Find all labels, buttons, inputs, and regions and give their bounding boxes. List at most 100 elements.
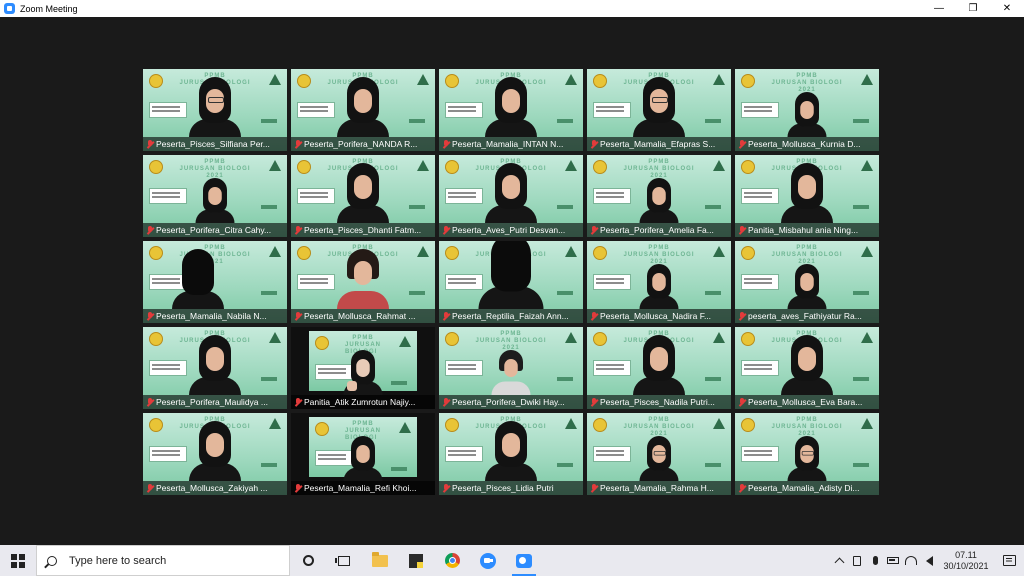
participant-tile[interactable]: PPMBJURUSAN BIOLOGI2021Peserta_Mamalia_I…	[439, 69, 583, 151]
participant-tile[interactable]: PPMBJURUSAN BIOLOGI2021 Panitia_Atik Zumr…	[291, 327, 435, 409]
university-logo-icon	[445, 246, 459, 260]
window-controls: — ❐ ✕	[922, 0, 1024, 17]
participant-name-bar: Peserta_Mamalia_Refi Khoi...	[291, 481, 435, 495]
chrome-button[interactable]	[434, 545, 470, 576]
notifications-button[interactable]	[994, 545, 1024, 576]
participant-tile[interactable]: PPMBJURUSAN BIOLOGI2021Peserta_Mollusca_…	[143, 413, 287, 495]
participant-tile[interactable]: PPMBJURUSAN BIOLOGI2021Peserta_Mamalia_E…	[587, 69, 731, 151]
department-logo-icon	[713, 246, 725, 257]
participant-tile[interactable]: PPMBJURUSAN BIOLOGI2021 Peserta_Mamalia_R…	[587, 413, 731, 495]
close-button[interactable]: ✕	[990, 0, 1024, 17]
university-logo-icon	[297, 160, 311, 174]
participant-tile[interactable]: PPMBJURUSAN BIOLOGI2021Peserta_Porifera_…	[587, 155, 731, 237]
cortana-button[interactable]	[290, 545, 326, 576]
task-view-button[interactable]	[326, 545, 362, 576]
muted-mic-icon	[591, 139, 597, 149]
banner-line: PPMB	[352, 421, 374, 427]
participant-tile[interactable]: PPMBJURUSAN BIOLOGI2021Peserta_Pisces_Si…	[143, 69, 287, 151]
window-title: Zoom Meeting	[20, 3, 78, 14]
device-tray-button[interactable]	[848, 545, 866, 576]
department-logo-icon	[713, 332, 725, 343]
participant-name: Peserta_Porifera_NANDA R...	[304, 139, 418, 149]
university-logo-icon	[149, 418, 163, 432]
slide-textbox	[593, 188, 631, 204]
participant-tile[interactable]: PPMBJURUSAN BIOLOGI2021Peserta_Porifera_…	[439, 327, 583, 409]
minimize-button[interactable]: —	[922, 0, 956, 17]
participant-tile[interactable]: PPMBJURUSAN BIOLOGI2021Peserta_Porifera_…	[291, 69, 435, 151]
show-hidden-icons-button[interactable]	[830, 545, 848, 576]
slide-banner: PPMBJURUSAN BIOLOGI2021	[475, 331, 547, 351]
participant-video	[478, 241, 544, 309]
slide-textbox	[741, 446, 779, 462]
slide-tag	[261, 291, 277, 295]
participant-tile[interactable]: PPMBJURUSAN BIOLOGI2021Peserta_Pisces_Na…	[587, 327, 731, 409]
taskbar-clock[interactable]: 07.11 30/10/2021	[938, 545, 994, 576]
slide-tag	[853, 205, 869, 209]
participant-head	[491, 241, 531, 292]
participant-tile[interactable]: PPMBJURUSAN BIOLOGI2021Peserta_Aves_Putr…	[439, 155, 583, 237]
participant-tile[interactable]: PPMB JURUSAN BIOLOGI 2021 peserta_aves_Fath…	[735, 241, 879, 323]
participant-tile[interactable]: PPMBJURUSAN BIOLOGI2021Peserta_Pisces_Li…	[439, 413, 583, 495]
zoom-meeting-button[interactable]	[506, 545, 542, 576]
university-logo-icon	[741, 74, 755, 88]
department-logo-icon	[269, 332, 281, 343]
muted-mic-icon	[295, 397, 301, 407]
zoom-icon	[480, 552, 496, 569]
taskbar-search[interactable]	[36, 545, 290, 576]
university-logo-icon	[297, 246, 311, 260]
slide-tag	[261, 377, 277, 381]
participant-video	[787, 92, 827, 137]
department-logo-icon	[399, 422, 411, 433]
participant-video	[189, 335, 241, 395]
restore-button[interactable]: ❐	[956, 0, 990, 17]
zoom-meeting-icon	[516, 553, 532, 568]
muted-mic-icon	[591, 225, 597, 235]
slide-textbox	[297, 102, 335, 118]
participant-name-bar: Peserta_Pisces_Dhanti Fatm...	[291, 223, 435, 237]
participant-tile[interactable]: PPMB JURUSAN BIOLOGI 2021 Peserta_Mamalia_A…	[735, 413, 879, 495]
participant-tile[interactable]: PPMBJURUSAN BIOLOGI2021Peserta_Porifera_…	[143, 327, 287, 409]
department-logo-icon	[861, 160, 873, 171]
zoom-button[interactable]	[470, 545, 506, 576]
participant-tile[interactable]: PPMBJURUSAN BIOLOGI2021Peserta_Porifera_…	[143, 155, 287, 237]
start-button[interactable]	[0, 545, 36, 576]
slide-textbox	[593, 102, 631, 118]
participant-name-bar: Peserta_Mollusca_Zakiyah ...	[143, 481, 287, 495]
network-tray-button[interactable]	[902, 545, 920, 576]
banner-line: JURUSAN BIOLOGI	[475, 338, 547, 344]
participant-face	[206, 347, 224, 371]
slide-banner: PPMBJURUSAN BIOLOGI2021	[771, 417, 843, 437]
participant-tile[interactable]: PPMBJURUSAN BIOLOGI2021Panitia_Misbahul …	[735, 155, 879, 237]
participant-tile[interactable]: PPMB JURUSAN BIOLOGI 2021 Peserta_Mamalia_N…	[143, 241, 287, 323]
participant-name-bar: Peserta_Reptilia_Faizah Ann...	[439, 309, 583, 323]
banner-line: JURUSAN BIOLOGI	[623, 424, 695, 430]
muted-mic-icon	[443, 311, 449, 321]
slide-tag	[557, 291, 573, 295]
notification-icon	[1002, 555, 1016, 566]
university-logo-icon	[149, 332, 163, 346]
participant-face	[798, 347, 816, 371]
system-tray: 07.11 30/10/2021	[830, 545, 1024, 576]
device-icon	[853, 555, 861, 566]
volume-tray-button[interactable]	[920, 545, 938, 576]
department-logo-icon	[861, 246, 873, 257]
participant-tile[interactable]: PPMBJURUSAN BIOLOGI2021 Peserta_Mamalia_R…	[291, 413, 435, 495]
participant-video	[337, 77, 389, 137]
microphone-tray-button[interactable]	[866, 545, 884, 576]
search-input[interactable]	[67, 553, 271, 568]
department-logo-icon	[417, 160, 429, 171]
file-explorer-button[interactable]	[362, 545, 398, 576]
sticky-notes-button[interactable]	[398, 545, 434, 576]
participant-face	[800, 445, 814, 463]
participant-tile[interactable]: PPMBJURUSAN BIOLOGI2021Peserta_Reptilia_…	[439, 241, 583, 323]
participant-tile[interactable]: PPMBJURUSAN BIOLOGI2021Peserta_Mollusca_…	[735, 69, 879, 151]
participant-name-bar: Peserta_Aves_Putri Desvan...	[439, 223, 583, 237]
participant-tile[interactable]: PPMBJURUSAN BIOLOGI2021Peserta_Mollusca_…	[587, 241, 731, 323]
participant-tile[interactable]: PPMBJURUSAN BIOLOGI2021Peserta_Mollusca_…	[291, 241, 435, 323]
battery-tray-button[interactable]	[884, 545, 902, 576]
slide-textbox	[445, 360, 483, 376]
participant-face	[800, 101, 814, 119]
banner-line: JURUSAN BIOLOGI	[771, 424, 843, 430]
participant-tile[interactable]: PPMBJURUSAN BIOLOGI2021Peserta_Pisces_Dh…	[291, 155, 435, 237]
participant-tile[interactable]: PPMBJURUSAN BIOLOGI2021Peserta_Mollusca_…	[735, 327, 879, 409]
